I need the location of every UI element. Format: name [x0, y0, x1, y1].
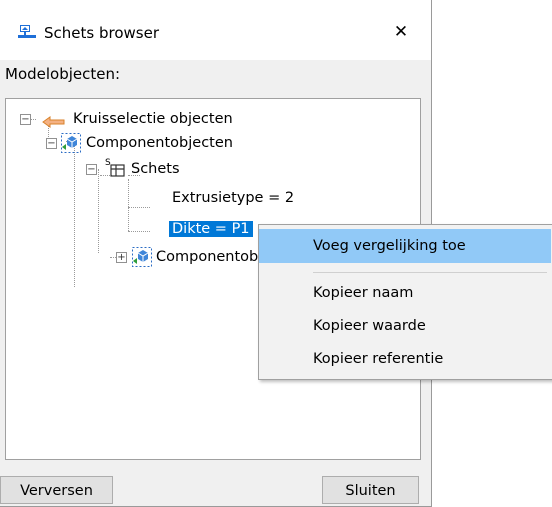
tree-item-label-selected: Dikte = P1 — [169, 221, 253, 237]
close-icon: ✕ — [393, 22, 409, 42]
sketch-tree-icon — [110, 162, 126, 177]
model-objects-label: Modelobjecten: — [5, 65, 121, 83]
tree-item-thickness[interactable]: Dikte = P1 — [169, 218, 253, 240]
tree-item-label: Componentobjecten — [86, 135, 233, 151]
window-title: Schets browser — [44, 24, 159, 42]
selection-arrow-icon — [42, 113, 66, 128]
menu-item-add-equation[interactable]: Voeg vergelijking toe — [259, 229, 551, 263]
close-window-button[interactable]: ✕ — [384, 17, 418, 47]
expand-icon[interactable]: + — [116, 252, 127, 263]
context-menu: Voeg vergelijking toe Kopieer naam Kopie… — [258, 224, 552, 380]
menu-item-copy-reference[interactable]: Kopieer referentie — [259, 342, 551, 376]
component-icon — [132, 247, 152, 267]
refresh-button[interactable]: Verversen — [0, 476, 113, 504]
tree-item-extrusion-type[interactable]: Extrusietype = 2 — [172, 187, 294, 209]
collapse-icon[interactable]: − — [46, 138, 57, 149]
tree-item-label: Schets — [131, 161, 180, 177]
title-bar: Schets browser ✕ — [0, 0, 431, 60]
collapse-icon[interactable]: − — [86, 164, 97, 175]
collapse-icon[interactable]: − — [20, 114, 31, 125]
menu-item-copy-value[interactable]: Kopieer waarde — [259, 309, 551, 343]
menu-item-copy-name[interactable]: Kopieer naam — [259, 276, 551, 310]
tree-item-label: Kruisselectie objecten — [73, 111, 233, 127]
close-button[interactable]: Sluiten — [322, 476, 419, 504]
sketch-app-icon — [18, 24, 36, 40]
menu-separator — [313, 272, 547, 273]
component-icon — [61, 133, 81, 153]
tree-item-label: Extrusietype = 2 — [172, 190, 295, 206]
